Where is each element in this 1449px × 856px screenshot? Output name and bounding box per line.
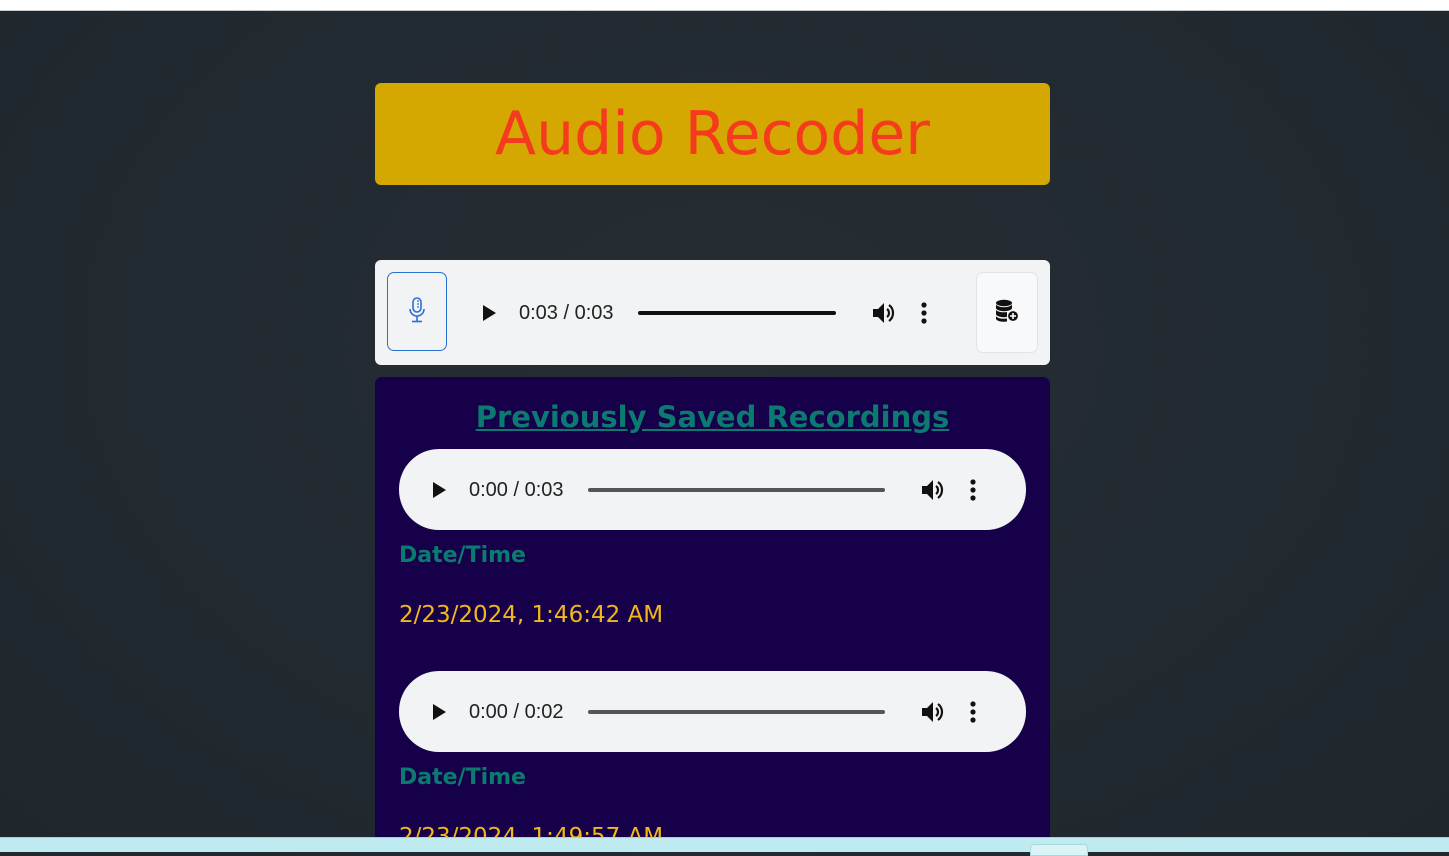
- audio-controls: 0:00 / 0:02: [428, 697, 977, 727]
- datetime-value: 2/23/2024, 1:46:42 AM: [399, 602, 664, 628]
- more-options-icon[interactable]: [969, 700, 977, 724]
- play-button[interactable]: [478, 302, 500, 324]
- saved-recordings-heading[interactable]: Previously Saved Recordings: [375, 400, 1050, 434]
- recording-player: 0:00 / 0:03: [399, 449, 1026, 530]
- taskbar-edge: [0, 837, 1449, 856]
- page-title: Audio Recoder: [495, 99, 930, 169]
- record-button[interactable]: [387, 272, 447, 351]
- save-recording-button[interactable]: [976, 272, 1038, 353]
- current-audio-player: 0:03 / 0:03: [478, 298, 928, 328]
- title-banner: Audio Recoder: [375, 83, 1050, 185]
- browser-top-edge: [0, 0, 1449, 11]
- datetime-label: Date/Time: [399, 543, 526, 568]
- volume-icon[interactable]: [920, 478, 946, 502]
- playback-time: 0:03 / 0:03: [519, 301, 614, 324]
- microphone-icon: [407, 296, 427, 327]
- saved-recordings-panel: Previously Saved Recordings 0:00 / 0:03: [375, 377, 1050, 851]
- play-button[interactable]: [428, 701, 450, 723]
- volume-icon[interactable]: [920, 700, 946, 724]
- taskbar-tab: [1030, 844, 1088, 856]
- play-button[interactable]: [428, 479, 450, 501]
- seek-bar[interactable]: [587, 488, 885, 492]
- seek-bar[interactable]: [637, 311, 836, 315]
- volume-icon[interactable]: [871, 301, 897, 325]
- seek-bar[interactable]: [587, 710, 885, 714]
- recording-player: 0:00 / 0:02: [399, 671, 1026, 752]
- more-options-icon[interactable]: [920, 301, 928, 325]
- audio-controls: 0:00 / 0:03: [428, 475, 977, 505]
- playback-time: 0:00 / 0:02: [469, 700, 564, 723]
- more-options-icon[interactable]: [969, 478, 977, 502]
- recorder-bar: 0:03 / 0:03: [375, 260, 1050, 365]
- playback-time: 0:00 / 0:03: [469, 478, 564, 501]
- datetime-label: Date/Time: [399, 765, 526, 790]
- database-add-icon: [994, 298, 1020, 328]
